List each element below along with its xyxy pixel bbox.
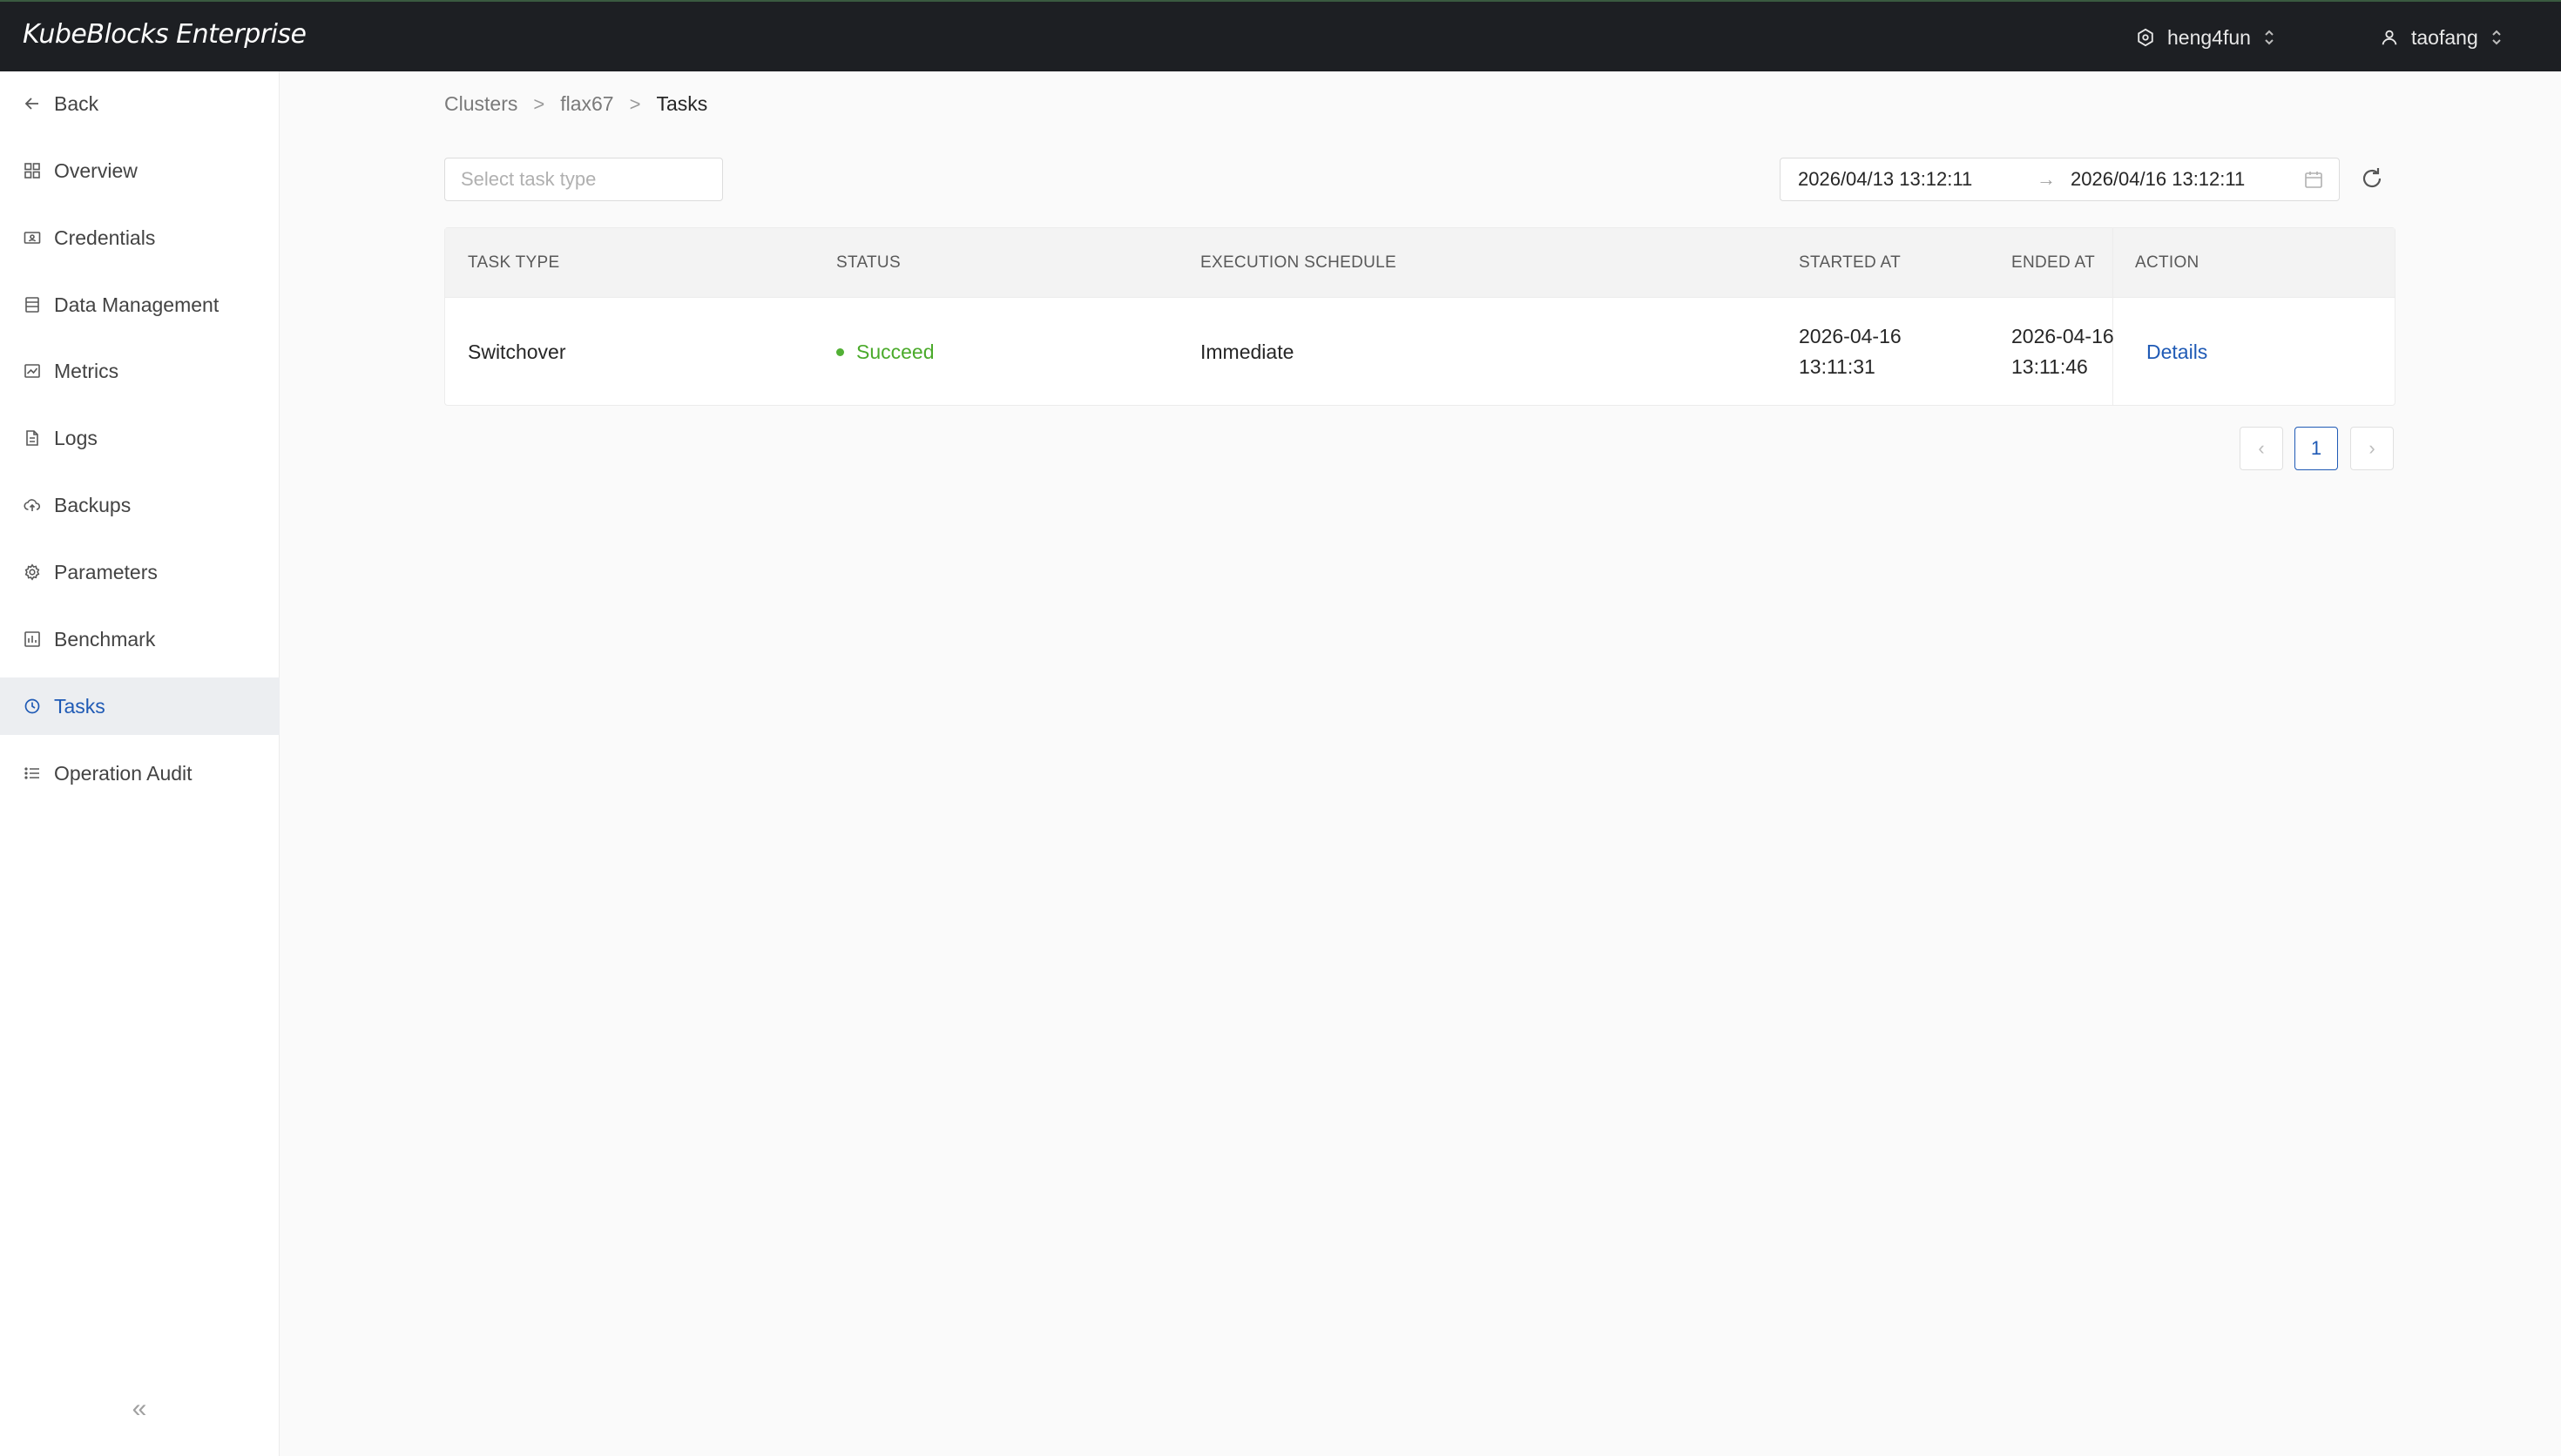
column-header-execution-schedule: EXECUTION SCHEDULE (1200, 253, 1396, 272)
sidebar: Back Overview Credentials Data Managemen… (0, 71, 280, 1456)
cell-started-at: 2026-04-16 13:11:31 (1799, 298, 1902, 406)
breadcrumb: Clusters > flax67 > Tasks (444, 92, 707, 116)
sidebar-item-label: Data Management (54, 293, 220, 316)
started-time: 13:11:31 (1799, 355, 1875, 378)
sidebar-item-overview[interactable]: Overview (0, 142, 280, 199)
sidebar-item-metrics[interactable]: Metrics (0, 342, 280, 400)
pagination-next-button[interactable]: › (2350, 427, 2394, 470)
sidebar-item-tasks[interactable]: Tasks (0, 677, 280, 735)
details-link[interactable]: Details (2146, 337, 2207, 367)
sidebar-item-benchmark[interactable]: Benchmark (0, 610, 280, 668)
sidebar-item-parameters[interactable]: Parameters (0, 543, 280, 601)
cell-execution-schedule: Immediate (1200, 340, 1294, 363)
top-bar: KubeBlocks Enterprise heng4fun taofang (0, 0, 2561, 71)
sidebar-item-data-management[interactable]: Data Management (0, 276, 280, 334)
date-start-input[interactable]: 2026/04/13 13:12:11 (1798, 168, 1972, 191)
sidebar-back-label: Back (54, 91, 99, 115)
namespace-icon (2136, 28, 2155, 47)
sidebar-item-label: Backups (54, 493, 132, 516)
sidebar-item-label: Logs (54, 426, 98, 449)
arrow-right-icon: → (2037, 168, 2056, 190)
sidebar-item-label: Tasks (54, 694, 105, 718)
pagination-page-1[interactable]: 1 (2294, 427, 2338, 470)
brand-logo[interactable]: KubeBlocks Enterprise (23, 19, 307, 50)
started-date: 2026-04-16 (1799, 325, 1902, 347)
date-end-input[interactable]: 2026/04/16 13:12:11 (2071, 168, 2245, 191)
cell-ended-at: 2026-04-16 13:11:46 (2011, 298, 2114, 406)
refresh-icon (2359, 168, 2385, 195)
sidebar-item-label: Parameters (54, 560, 158, 583)
user-name: taofang (2411, 25, 2478, 49)
cell-status: Succeed (836, 298, 935, 406)
user-menu[interactable]: taofang (2380, 21, 2503, 54)
cloud-upload-icon (23, 495, 42, 515)
sidebar-item-label: Credentials (54, 226, 156, 249)
line-chart-icon (23, 361, 42, 381)
document-icon (23, 428, 42, 448)
sidebar-back-button[interactable]: Back (0, 75, 280, 132)
user-icon (2380, 28, 2399, 47)
collapse-sidebar-button[interactable]: « (127, 1396, 152, 1422)
column-header-ended-at: ENDED AT (2011, 253, 2096, 272)
column-header-started-at: STARTED AT (1799, 253, 1902, 272)
calendar-icon (2304, 170, 2323, 194)
sidebar-item-logs[interactable]: Logs (0, 409, 280, 467)
table-header: TASK TYPE STATUS EXECUTION SCHEDULE STAR… (445, 228, 2395, 298)
sidebar-item-label: Metrics (54, 359, 119, 382)
column-header-task-type: TASK TYPE (468, 253, 560, 272)
status-badge: Succeed (856, 340, 935, 363)
arrow-left-icon (23, 94, 42, 113)
database-icon (23, 295, 42, 314)
sidebar-item-operation-audit[interactable]: Operation Audit (0, 745, 280, 802)
grid-icon (23, 161, 42, 180)
chevron-up-down-icon (2263, 28, 2275, 47)
ended-date: 2026-04-16 (2011, 325, 2114, 347)
breadcrumb-clusters[interactable]: Clusters (444, 92, 517, 116)
date-range-picker[interactable]: 2026/04/13 13:12:11 → 2026/04/16 13:12:1… (1780, 158, 2340, 201)
cell-task-type: Switchover (468, 340, 566, 363)
gear-icon (23, 563, 42, 582)
status-dot-icon (836, 347, 844, 356)
id-card-icon (23, 228, 42, 247)
sidebar-item-label: Operation Audit (54, 761, 193, 785)
tasks-table: TASK TYPE STATUS EXECUTION SCHEDULE STAR… (444, 227, 2395, 406)
pagination-prev-button[interactable]: ‹ (2240, 427, 2283, 470)
cell-action: Details (2146, 298, 2207, 406)
column-header-status: STATUS (836, 253, 901, 272)
sidebar-item-backups[interactable]: Backups (0, 476, 280, 534)
clock-icon (23, 697, 42, 716)
breadcrumb-cluster[interactable]: flax67 (560, 92, 613, 116)
sidebar-item-label: Benchmark (54, 627, 156, 650)
chevron-right-icon: > (629, 92, 641, 115)
refresh-button[interactable] (2359, 165, 2387, 193)
ended-time: 13:11:46 (2011, 355, 2088, 378)
breadcrumb-current: Tasks (656, 92, 708, 115)
chevron-up-down-icon (2490, 28, 2503, 47)
namespace-switcher[interactable]: heng4fun (2136, 21, 2275, 54)
sidebar-item-credentials[interactable]: Credentials (0, 209, 280, 266)
sidebar-item-label: Overview (54, 158, 138, 182)
column-header-action: ACTION (2135, 253, 2199, 272)
chevron-right-icon: > (533, 92, 545, 115)
task-type-placeholder: Select task type (461, 168, 597, 190)
task-type-select[interactable]: Select task type (444, 158, 723, 201)
namespace-label: heng4fun (2167, 25, 2251, 49)
bar-chart-icon (23, 630, 42, 649)
list-icon (23, 764, 42, 783)
